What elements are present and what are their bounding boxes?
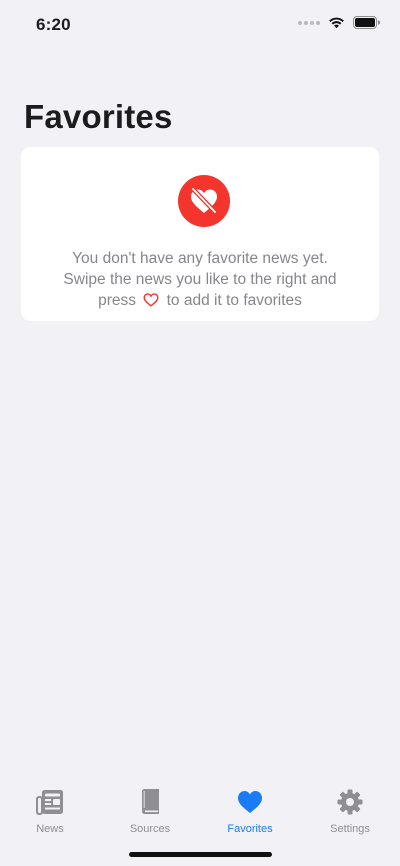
newspaper-icon	[35, 788, 65, 816]
favorites-screen: 6:20 Favorites You don't have any favori…	[0, 0, 400, 866]
tab-news[interactable]: News	[0, 780, 100, 866]
empty-message-press: press	[98, 292, 136, 309]
empty-message-line-2: Swipe the news you like to the right and	[63, 271, 337, 288]
gear-icon	[335, 788, 365, 816]
book-icon	[135, 788, 165, 816]
status-bar: 6:20	[0, 0, 400, 50]
tab-settings[interactable]: Settings	[300, 780, 400, 866]
battery-icon	[353, 16, 380, 29]
empty-message-add: to add it to favorites	[166, 292, 302, 309]
status-time: 6:20	[36, 15, 71, 34]
home-indicator	[129, 852, 272, 857]
wifi-icon	[329, 17, 344, 29]
heart-outline-icon	[143, 293, 159, 307]
page-title: Favorites	[24, 98, 173, 135]
cellular-signal-icon	[298, 20, 320, 25]
status-indicators	[298, 16, 380, 29]
heart-icon	[235, 788, 265, 816]
tab-favorites-label: Favorites	[227, 823, 273, 835]
tab-settings-label: Settings	[330, 823, 370, 835]
tab-news-label: News	[36, 823, 64, 835]
tab-sources-label: Sources	[129, 823, 171, 835]
empty-message-line-1: You don't have any favorite news yet.	[72, 250, 328, 267]
empty-state-message: You don't have any favorite news yet. Sw…	[21, 248, 379, 311]
heart-slash-icon	[178, 175, 230, 227]
empty-message-line-3: press to add it to favorites	[21, 290, 379, 311]
empty-state-card: You don't have any favorite news yet. Sw…	[21, 147, 379, 321]
